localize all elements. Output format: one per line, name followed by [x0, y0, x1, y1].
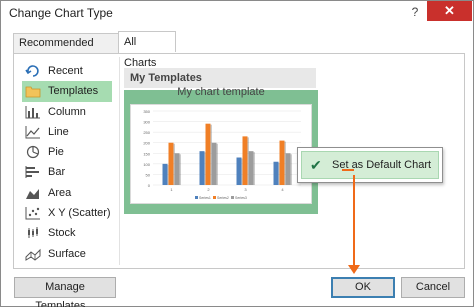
checkmark-icon: ✔	[310, 157, 322, 173]
nav-item-stock[interactable]: Stock	[22, 223, 112, 243]
panel-divider	[119, 57, 120, 265]
x-tick-label: 4	[281, 187, 284, 192]
area-chart-icon	[26, 188, 39, 199]
legend-label: Series2	[217, 196, 229, 200]
y-tick-label: 350	[143, 109, 150, 114]
nav-item-label: Recent	[48, 65, 83, 77]
y-tick-label: 250	[143, 130, 150, 135]
ok-button[interactable]: OK	[331, 277, 395, 298]
bar	[205, 123, 211, 185]
bar	[285, 153, 291, 185]
y-tick-label: 150	[143, 151, 150, 156]
nav-item-label: Bar	[48, 166, 66, 179]
bar	[174, 153, 180, 185]
chart-type-nav: Recent Templates Column Line Pie Bar Are…	[22, 61, 112, 264]
nav-item-column[interactable]: Column	[22, 102, 112, 122]
nav-item-area[interactable]: Area	[22, 183, 112, 203]
nav-item-surface[interactable]: Surface	[22, 244, 112, 264]
nav-item-label: Pie	[48, 146, 64, 159]
template-preview-chart: 350 300 250 200 150 100 50 0 1 2 3 4 Series1 Series2 S…	[143, 109, 301, 200]
tab-all-charts[interactable]: All Charts	[118, 31, 176, 69]
nav-item-label: Area	[48, 186, 72, 199]
nav-item-recent[interactable]: Recent	[22, 61, 112, 81]
template-name: My chart template	[177, 86, 265, 98]
line-chart-icon	[25, 125, 40, 139]
bar	[162, 163, 168, 185]
pointer-arrowhead	[348, 265, 360, 274]
pointer-arrow	[353, 175, 355, 269]
nav-item-label: Surface	[48, 247, 86, 260]
legend-swatch	[231, 196, 234, 199]
template-thumbnail[interactable]: My chart template 350 300 250 200 150 100 50 0 1…	[124, 86, 318, 214]
template-preview: 350 300 250 200 150 100 50 0 1 2 3 4 Series1 Series2 S…	[130, 104, 312, 204]
bar-shade	[216, 143, 218, 185]
scatter-chart-icon	[25, 207, 40, 220]
nav-item-scatter[interactable]: X Y (Scatter)	[22, 203, 112, 223]
legend-label: Series3	[235, 196, 247, 200]
help-button[interactable]: ?	[406, 3, 424, 21]
template-context-menu: ✔ Set as Default Chart	[297, 147, 443, 183]
nav-item-line[interactable]: Line	[22, 122, 112, 142]
nav-item-pie[interactable]: Pie	[22, 142, 112, 162]
legend-swatch	[195, 196, 198, 199]
bar	[279, 140, 285, 185]
close-button[interactable]: ✕	[427, 1, 472, 21]
bar-shade	[290, 154, 292, 185]
x-tick-label: 1	[170, 187, 173, 192]
bar-chart-icon	[25, 166, 39, 179]
bar	[273, 161, 279, 185]
y-tick-label: 200	[143, 141, 150, 146]
x-tick-label: 2	[207, 187, 210, 192]
set-as-default-chart-item[interactable]: ✔ Set as Default Chart	[301, 151, 439, 179]
manage-templates-button[interactable]: Manage Templates...	[14, 277, 116, 307]
y-tick-label: 300	[143, 120, 150, 125]
tab-recommended-charts[interactable]: Recommended Charts	[13, 33, 119, 68]
bar	[168, 142, 174, 185]
y-tick-label: 100	[143, 162, 150, 167]
nav-item-label: Column	[48, 105, 86, 118]
bar-shade	[179, 154, 181, 185]
x-tick-label: 3	[244, 187, 247, 192]
bar	[211, 142, 217, 185]
y-tick-label: 0	[148, 183, 151, 188]
legend-label: Series1	[199, 196, 211, 200]
nav-item-label: X Y (Scatter)	[48, 207, 111, 220]
pointer-arrow-elbow	[342, 169, 354, 171]
cancel-button[interactable]: Cancel	[401, 277, 465, 298]
nav-item-label: Stock	[48, 227, 76, 240]
bar	[199, 151, 205, 185]
bar-shade	[253, 152, 255, 185]
folder-icon	[25, 86, 41, 98]
recent-icon	[25, 65, 39, 77]
nav-item-label: Templates	[48, 85, 99, 98]
nav-item-bar[interactable]: Bar	[22, 162, 112, 182]
nav-item-templates[interactable]: Templates	[22, 81, 112, 102]
column-chart-icon	[25, 105, 40, 119]
change-chart-type-dialog: Change Chart Type ? ✕ Recommended Charts…	[0, 0, 474, 307]
nav-item-label: Line	[48, 125, 69, 138]
dialog-title: Change Chart Type	[9, 6, 113, 20]
legend-swatch	[213, 196, 216, 199]
stock-chart-icon	[28, 227, 38, 239]
surface-chart-icon	[25, 248, 41, 261]
title-bar: Change Chart Type ? ✕	[1, 1, 473, 25]
bar	[236, 157, 242, 185]
bar	[248, 151, 254, 185]
pie-chart-icon	[26, 146, 40, 159]
bar	[242, 136, 248, 185]
y-tick-label: 50	[146, 172, 151, 177]
